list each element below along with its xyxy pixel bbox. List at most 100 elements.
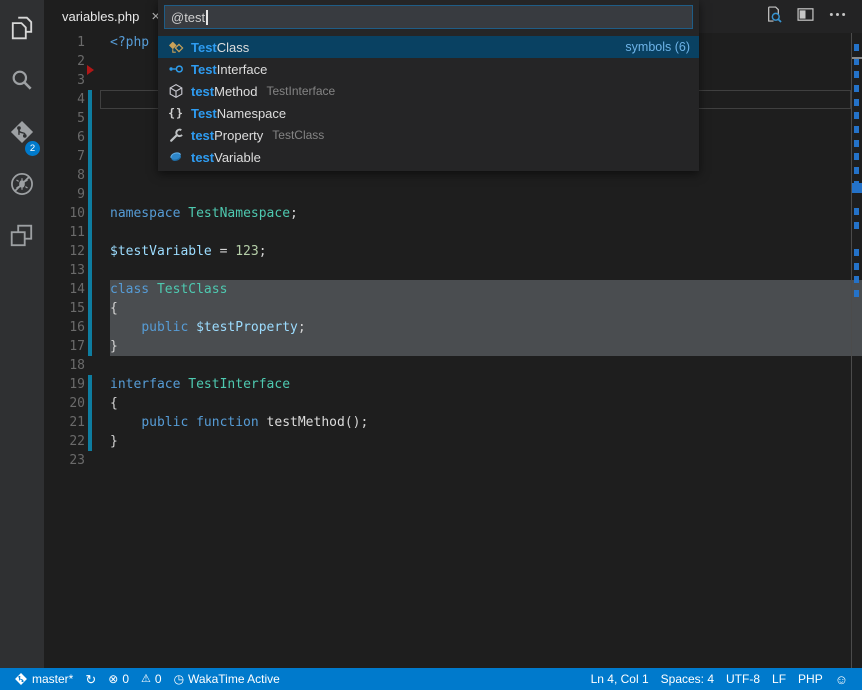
git-gutter xyxy=(88,204,92,223)
symbol-result-testProperty[interactable]: testPropertyTestClass xyxy=(158,124,699,146)
namespace-symbol-icon: {} xyxy=(168,105,184,121)
code-line[interactable]: 13 xyxy=(44,261,851,280)
symbol-result-testVariable[interactable]: testVariable xyxy=(158,146,699,168)
status-branch[interactable]: master* xyxy=(8,668,79,690)
code-text: interface TestInterface xyxy=(110,375,290,394)
status-encoding[interactable]: UTF-8 xyxy=(720,668,766,690)
symbol-label: testProperty xyxy=(191,128,263,143)
status-language-mode[interactable]: PHP xyxy=(792,668,829,690)
overview-changed-mark xyxy=(854,153,859,160)
code-line[interactable]: 12 $testVariable = 123; xyxy=(44,242,851,261)
ellipsis-icon xyxy=(827,4,848,30)
status-feedback[interactable]: ☺ xyxy=(829,668,854,690)
code-line[interactable]: 19interface TestInterface xyxy=(44,375,851,394)
overview-changed-mark xyxy=(854,99,859,106)
code-line[interactable]: 20{ xyxy=(44,394,851,413)
symbol-label: TestClass xyxy=(191,40,249,55)
line-number: 7 xyxy=(44,147,85,166)
code-text: namespace TestNamespace; xyxy=(110,204,298,223)
more-actions-button[interactable] xyxy=(826,6,848,28)
error-icon: ⊗ xyxy=(108,673,118,686)
symbol-result-TestInterface[interactable]: TestInterface xyxy=(158,58,699,80)
status-sync[interactable]: ↻ xyxy=(79,668,102,690)
status-bar: master*↻⊗0⚠0◷WakaTime Active Ln 4, Col 1… xyxy=(0,668,862,690)
code-text: } xyxy=(110,337,118,356)
code-line[interactable]: 15{ xyxy=(44,299,851,318)
overview-changed-mark xyxy=(854,263,859,270)
text-cursor xyxy=(206,10,208,25)
activity-bar-item-debug[interactable] xyxy=(0,160,44,212)
code-line[interactable]: 23 xyxy=(44,451,851,470)
activity-bar-item-extensions[interactable] xyxy=(0,212,44,264)
warning-icon: ⚠ xyxy=(141,673,151,686)
overview-changed-mark xyxy=(854,222,859,229)
git-gutter xyxy=(88,90,92,109)
overview-cursor-mark xyxy=(852,57,862,59)
quick-open-input[interactable]: @test xyxy=(164,5,693,29)
symbol-result-TestClass[interactable]: TestClass symbols (6) xyxy=(158,36,699,58)
overview-changed-mark xyxy=(854,140,859,147)
symbol-group-label: symbols (6) xyxy=(625,40,690,54)
code-text: <?php xyxy=(110,33,149,52)
activity-bar-item-source-control[interactable]: 2 xyxy=(0,108,44,160)
method-symbol-icon xyxy=(168,83,184,99)
quick-open-query: @test xyxy=(171,10,205,25)
overview-changed-mark xyxy=(854,126,859,133)
line-number: 5 xyxy=(44,109,85,128)
line-number: 12 xyxy=(44,242,85,261)
tab-variables-php[interactable]: variables.php × xyxy=(44,0,158,33)
git-gutter xyxy=(88,280,92,299)
split-editor-button[interactable] xyxy=(794,6,816,28)
code-line[interactable]: 16 public $testProperty; xyxy=(44,318,851,337)
activity-bar-item-search[interactable] xyxy=(0,56,44,108)
status-cursor-position-label: Ln 4, Col 1 xyxy=(591,672,649,686)
line-number: 11 xyxy=(44,223,85,242)
status-cursor-position[interactable]: Ln 4, Col 1 xyxy=(585,668,655,690)
code-line[interactable]: 21 public function testMethod(); xyxy=(44,413,851,432)
line-number: 17 xyxy=(44,337,85,356)
code-line[interactable]: 9 xyxy=(44,185,851,204)
activity-bar-item-explorer[interactable] xyxy=(0,4,44,56)
status-wakatime[interactable]: ◷WakaTime Active xyxy=(168,668,286,690)
symbol-list: TestClass symbols (6) TestInterfacetestMet… xyxy=(158,36,699,168)
debug-icon xyxy=(9,171,35,202)
line-number: 13 xyxy=(44,261,85,280)
open-changes-button[interactable] xyxy=(762,6,784,28)
activity-bar: 2 xyxy=(0,0,44,668)
quick-open-widget: @test TestClasssymbols (6)TestInterfacet… xyxy=(158,0,699,171)
line-number: 10 xyxy=(44,204,85,223)
status-errors[interactable]: ⊗0 xyxy=(102,668,135,690)
status-indentation[interactable]: Spaces: 4 xyxy=(655,668,720,690)
overview-changed-mark xyxy=(854,290,859,297)
symbol-result-testMethod[interactable]: testMethodTestInterface xyxy=(158,80,699,102)
git-gutter xyxy=(88,394,92,413)
status-warnings[interactable]: ⚠0 xyxy=(135,668,168,690)
code-line[interactable]: 11 xyxy=(44,223,851,242)
code-line[interactable]: 10 namespace TestNamespace; xyxy=(44,204,851,223)
files-icon xyxy=(9,15,35,46)
code-text: $testVariable = 123; xyxy=(110,242,267,261)
overview-changed-mark xyxy=(854,44,859,51)
smiley-icon: ☺ xyxy=(835,673,848,686)
status-eol[interactable]: LF xyxy=(766,668,792,690)
tab-label: variables.php xyxy=(62,9,139,24)
extensions-icon xyxy=(9,223,35,254)
split-editor-icon xyxy=(795,4,816,30)
search-icon xyxy=(9,67,35,98)
overview-changed-mark xyxy=(854,112,859,119)
git-gutter xyxy=(88,375,92,394)
line-number: 8 xyxy=(44,166,85,185)
class-symbol-icon xyxy=(168,39,184,55)
status-encoding-label: UTF-8 xyxy=(726,672,760,686)
git-gutter xyxy=(88,337,92,356)
overview-changed-mark xyxy=(854,276,859,283)
code-text: { xyxy=(110,299,118,318)
scrollbar[interactable] xyxy=(851,33,862,668)
code-text: class TestClass xyxy=(110,280,227,299)
code-line[interactable]: 14class TestClass xyxy=(44,280,851,299)
code-line[interactable]: 18 xyxy=(44,356,851,375)
code-line[interactable]: 17} xyxy=(44,337,851,356)
git-gutter xyxy=(88,356,92,375)
symbol-result-TestNamespace[interactable]: {}TestNamespace xyxy=(158,102,699,124)
code-line[interactable]: 22} xyxy=(44,432,851,451)
